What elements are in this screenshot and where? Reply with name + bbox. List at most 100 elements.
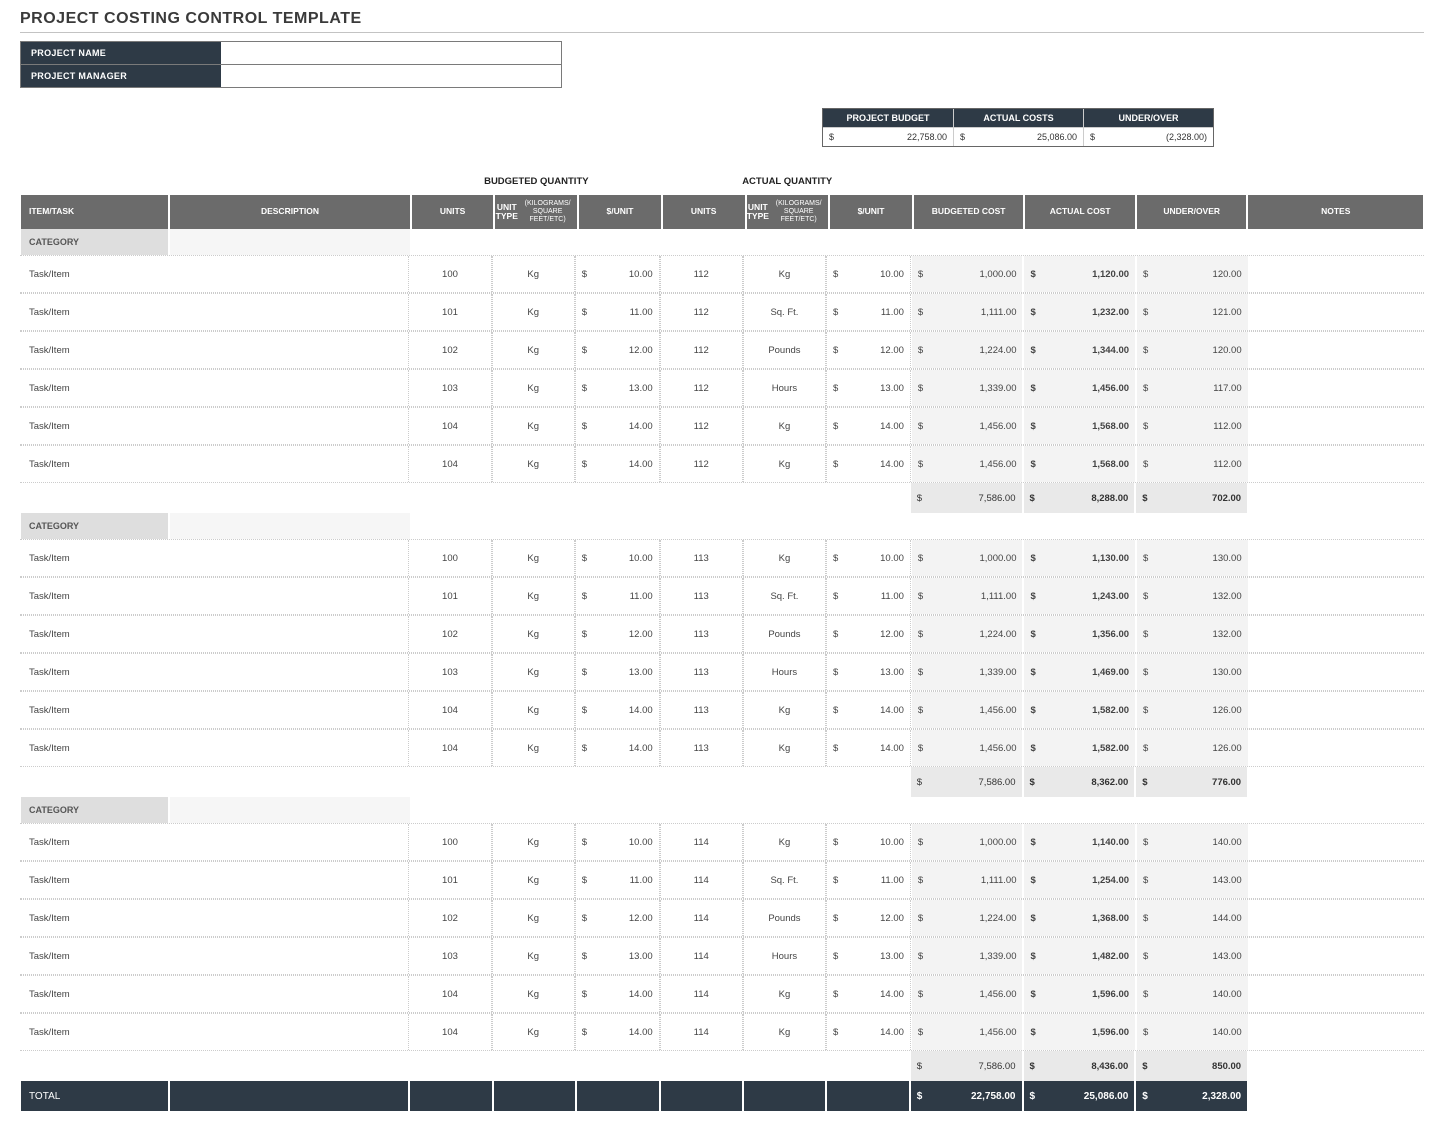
task-notes[interactable] (1249, 408, 1424, 444)
actual-units[interactable]: 114 (660, 824, 743, 860)
budget-unit-type[interactable]: Kg (492, 256, 575, 292)
actual-units[interactable]: 114 (660, 862, 743, 898)
actual-rate[interactable]: $11.00 (826, 294, 911, 330)
task-notes[interactable] (1249, 1014, 1424, 1050)
budget-units[interactable]: 104 (408, 976, 491, 1012)
task-notes[interactable] (1249, 540, 1424, 576)
task-notes[interactable] (1249, 692, 1424, 728)
actual-units[interactable]: 113 (660, 692, 743, 728)
actual-rate[interactable]: $14.00 (826, 730, 911, 766)
task-desc[interactable] (168, 294, 408, 330)
task-name[interactable]: Task/Item (20, 1014, 168, 1050)
actual-rate[interactable]: $10.00 (826, 824, 911, 860)
actual-rate[interactable]: $13.00 (826, 938, 911, 974)
task-notes[interactable] (1249, 616, 1424, 652)
actual-unit-type[interactable]: Kg (743, 824, 826, 860)
budget-units[interactable]: 103 (408, 938, 491, 974)
actual-unit-type[interactable]: Kg (743, 692, 826, 728)
budget-rate[interactable]: $11.00 (575, 294, 660, 330)
task-desc[interactable] (168, 938, 408, 974)
task-name[interactable]: Task/Item (20, 446, 168, 482)
budget-unit-type[interactable]: Kg (492, 862, 575, 898)
budget-unit-type[interactable]: Kg (492, 1014, 575, 1050)
budget-rate[interactable]: $14.00 (575, 730, 660, 766)
actual-unit-type[interactable]: Kg (743, 730, 826, 766)
budget-unit-type[interactable]: Kg (492, 692, 575, 728)
task-desc[interactable] (168, 332, 408, 368)
budget-rate[interactable]: $14.00 (575, 1014, 660, 1050)
actual-units[interactable]: 112 (660, 294, 743, 330)
actual-units[interactable]: 112 (660, 256, 743, 292)
budget-rate[interactable]: $14.00 (575, 408, 660, 444)
actual-units[interactable]: 113 (660, 540, 743, 576)
budget-units[interactable]: 101 (408, 862, 491, 898)
task-name[interactable]: Task/Item (20, 654, 168, 690)
actual-units[interactable]: 113 (660, 730, 743, 766)
task-name[interactable]: Task/Item (20, 862, 168, 898)
task-name[interactable]: Task/Item (20, 332, 168, 368)
budget-units[interactable]: 104 (408, 730, 491, 766)
budget-units[interactable]: 101 (408, 294, 491, 330)
actual-unit-type[interactable]: Pounds (743, 616, 826, 652)
actual-units[interactable]: 113 (660, 654, 743, 690)
task-desc[interactable] (168, 578, 408, 614)
task-name[interactable]: Task/Item (20, 900, 168, 936)
actual-rate[interactable]: $14.00 (826, 1014, 911, 1050)
budget-rate[interactable]: $14.00 (575, 692, 660, 728)
task-desc[interactable] (168, 616, 408, 652)
task-name[interactable]: Task/Item (20, 294, 168, 330)
task-notes[interactable] (1249, 370, 1424, 406)
budget-units[interactable]: 104 (408, 446, 491, 482)
budget-unit-type[interactable]: Kg (492, 616, 575, 652)
actual-unit-type[interactable]: Kg (743, 1014, 826, 1050)
budget-unit-type[interactable]: Kg (492, 938, 575, 974)
budget-units[interactable]: 100 (408, 256, 491, 292)
budget-unit-type[interactable]: Kg (492, 540, 575, 576)
task-name[interactable]: Task/Item (20, 408, 168, 444)
task-name[interactable]: Task/Item (20, 976, 168, 1012)
task-desc[interactable] (168, 730, 408, 766)
budget-units[interactable]: 102 (408, 616, 491, 652)
task-desc[interactable] (168, 446, 408, 482)
actual-unit-type[interactable]: Kg (743, 446, 826, 482)
actual-units[interactable]: 114 (660, 976, 743, 1012)
task-desc[interactable] (168, 862, 408, 898)
budget-unit-type[interactable]: Kg (492, 294, 575, 330)
actual-unit-type[interactable]: Hours (743, 654, 826, 690)
budget-units[interactable]: 101 (408, 578, 491, 614)
budget-rate[interactable]: $13.00 (575, 938, 660, 974)
actual-unit-type[interactable]: Kg (743, 408, 826, 444)
project-name-value[interactable] (221, 42, 561, 64)
budget-unit-type[interactable]: Kg (492, 370, 575, 406)
budget-units[interactable]: 100 (408, 824, 491, 860)
task-desc[interactable] (168, 1014, 408, 1050)
actual-unit-type[interactable]: Pounds (743, 332, 826, 368)
actual-units[interactable]: 112 (660, 370, 743, 406)
budget-unit-type[interactable]: Kg (492, 824, 575, 860)
actual-rate[interactable]: $10.00 (826, 256, 911, 292)
actual-rate[interactable]: $11.00 (826, 578, 911, 614)
actual-unit-type[interactable]: Hours (743, 938, 826, 974)
actual-rate[interactable]: $12.00 (826, 616, 911, 652)
task-notes[interactable] (1249, 256, 1424, 292)
task-desc[interactable] (168, 370, 408, 406)
task-desc[interactable] (168, 540, 408, 576)
actual-units[interactable]: 114 (660, 1014, 743, 1050)
budget-unit-type[interactable]: Kg (492, 408, 575, 444)
budget-unit-type[interactable]: Kg (492, 654, 575, 690)
budget-unit-type[interactable]: Kg (492, 900, 575, 936)
task-name[interactable]: Task/Item (20, 692, 168, 728)
task-name[interactable]: Task/Item (20, 616, 168, 652)
budget-units[interactable]: 103 (408, 654, 491, 690)
budget-rate[interactable]: $11.00 (575, 862, 660, 898)
task-desc[interactable] (168, 654, 408, 690)
task-name[interactable]: Task/Item (20, 578, 168, 614)
budget-rate[interactable]: $12.00 (575, 616, 660, 652)
task-desc[interactable] (168, 408, 408, 444)
actual-unit-type[interactable]: Hours (743, 370, 826, 406)
task-name[interactable]: Task/Item (20, 938, 168, 974)
budget-unit-type[interactable]: Kg (492, 332, 575, 368)
budget-rate[interactable]: $10.00 (575, 540, 660, 576)
budget-rate[interactable]: $10.00 (575, 824, 660, 860)
task-notes[interactable] (1249, 294, 1424, 330)
